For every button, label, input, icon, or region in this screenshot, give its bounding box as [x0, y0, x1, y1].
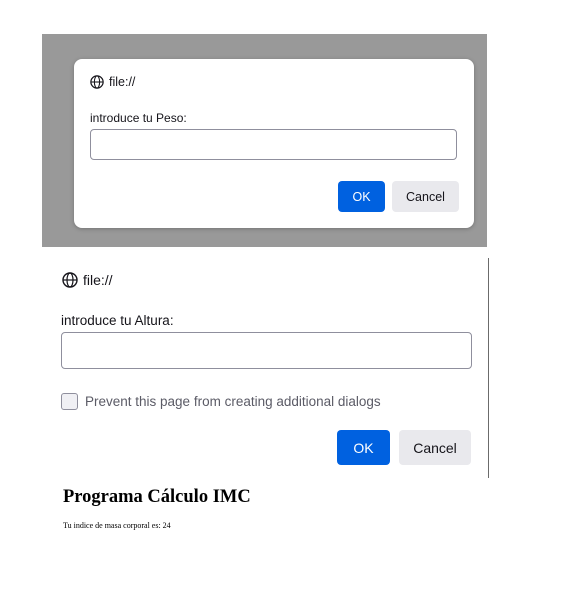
- prompt-dialog-altura: file:// introduce tu Altura: Prevent thi…: [42, 258, 490, 478]
- peso-input[interactable]: [90, 129, 457, 160]
- prevent-dialogs-label: Prevent this page from creating addition…: [85, 394, 381, 409]
- ok-button[interactable]: OK: [338, 181, 385, 212]
- globe-icon: [90, 75, 104, 89]
- dialog-origin-text: file://: [109, 75, 136, 89]
- prompt-dialog-peso: file:// introduce tu Peso: OK Cancel: [74, 59, 474, 228]
- dialog-message: introduce tu Altura:: [61, 313, 174, 328]
- dialog-origin: file://: [62, 272, 113, 288]
- result-text: Tu indice de masa corporal es: 24: [63, 521, 171, 530]
- dialog-origin-text: file://: [83, 272, 113, 288]
- dialog-origin: file://: [90, 75, 135, 89]
- divider: [488, 258, 489, 478]
- dialog-message: introduce tu Peso:: [90, 111, 187, 125]
- globe-icon: [62, 272, 78, 288]
- page-title: Programa Cálculo IMC: [63, 487, 251, 507]
- prevent-dialogs-checkbox[interactable]: [61, 393, 78, 410]
- altura-input[interactable]: [61, 332, 472, 369]
- cancel-button[interactable]: Cancel: [399, 430, 471, 465]
- ok-button[interactable]: OK: [337, 430, 390, 465]
- cancel-button[interactable]: Cancel: [392, 181, 459, 212]
